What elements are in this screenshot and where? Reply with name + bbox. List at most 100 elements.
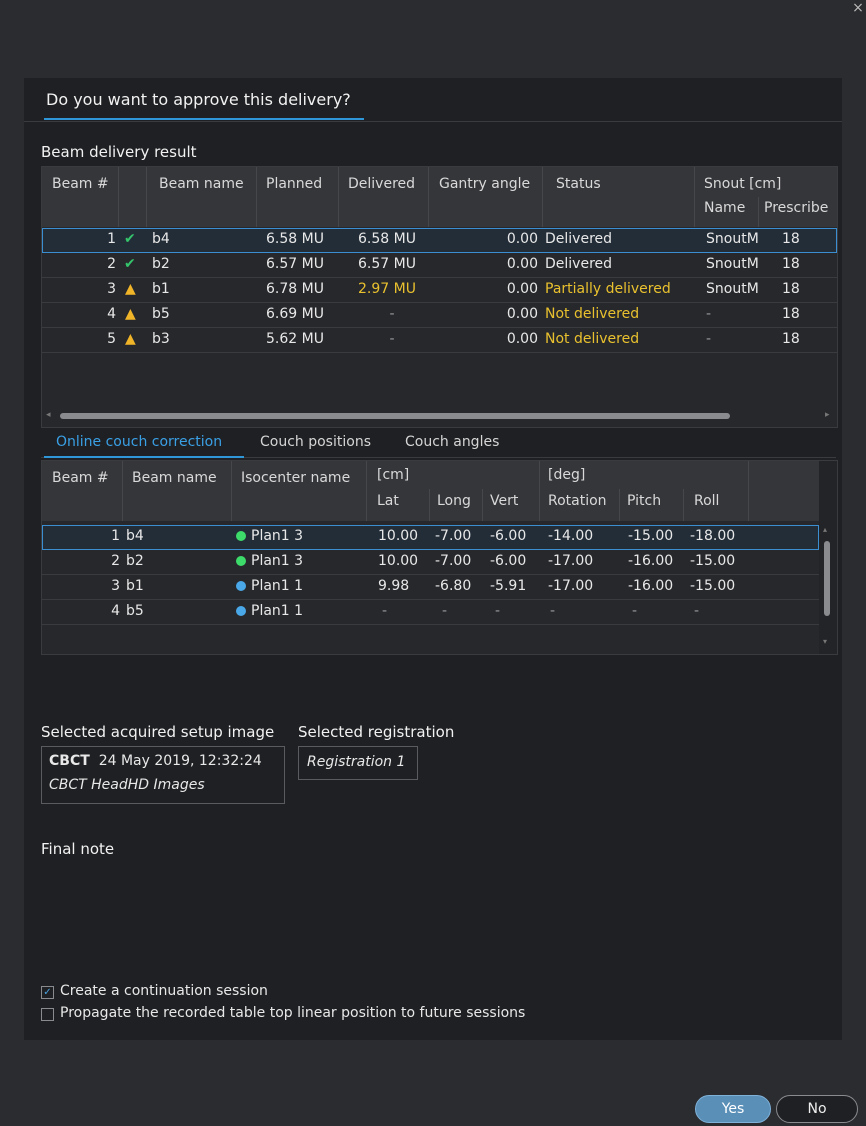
gantry-angle: 0.00 <box>506 281 538 297</box>
planned-mu: 6.58 MU <box>266 231 324 247</box>
beam-delivery-table: Beam # Beam name Planned Delivered Gantr… <box>41 166 838 428</box>
roll-value: -15.00 <box>690 578 736 594</box>
table-row[interactable]: 1 ✔ b4 6.58 MU 6.58 MU 0.00 Delivered Sn… <box>42 228 837 253</box>
check-icon: ✔ <box>124 256 136 272</box>
no-button[interactable]: No <box>776 1095 858 1123</box>
snout-name: - <box>706 306 712 322</box>
snout-name: SnoutM <box>706 281 759 297</box>
table-row[interactable]: 1 b4 Plan1 3 10.00 -7.00 -6.00 -14.00 -1… <box>42 525 819 550</box>
rotation-value: - <box>550 603 556 619</box>
beam-result-title: Beam delivery result <box>41 143 197 161</box>
vert-value: -5.91 <box>490 578 527 594</box>
col-gantry-angle[interactable]: Gantry angle <box>439 176 530 192</box>
isocenter-dot-icon <box>236 581 246 591</box>
gantry-angle: 0.00 <box>506 231 538 247</box>
col-snout[interactable]: Snout [cm] <box>704 176 781 192</box>
beam-name: b5 <box>152 306 170 322</box>
yes-button[interactable]: Yes <box>695 1095 771 1123</box>
snout-prescribed: 18 <box>782 306 800 322</box>
table-row[interactable]: 4 ▲ b5 6.69 MU - 0.00 Not delivered - 18 <box>42 303 837 328</box>
col-group-cm: [cm] <box>377 467 410 483</box>
col-snout-name[interactable]: Name <box>704 200 745 216</box>
tab-online-couch-correction[interactable]: Online couch correction <box>56 434 222 450</box>
col-vert[interactable]: Vert <box>490 493 518 509</box>
setup-image-card[interactable]: CBCT 24 May 2019, 12:32:24 CBCT HeadHD I… <box>41 746 285 804</box>
snout-prescribed: 18 <box>782 281 800 297</box>
scroll-up-icon[interactable]: ▴ <box>823 525 827 534</box>
propagate-label[interactable]: Propagate the recorded table top linear … <box>60 1005 525 1021</box>
col-roll[interactable]: Roll <box>694 493 719 509</box>
tab-couch-positions[interactable]: Couch positions <box>260 434 371 450</box>
table-row[interactable]: 2 ✔ b2 6.57 MU 6.57 MU 0.00 Delivered Sn… <box>42 253 837 278</box>
check-icon: ✔ <box>124 231 136 247</box>
image-modality: CBCT <box>49 753 90 769</box>
roll-value: -18.00 <box>690 528 736 544</box>
col-beam-number[interactable]: Beam # <box>52 176 109 192</box>
beam-table-header: Beam # Beam name Planned Delivered Gantr… <box>42 167 837 227</box>
vertical-scrollbar[interactable]: ▴ ▾ <box>819 461 837 654</box>
rotation-value: -14.00 <box>548 528 594 544</box>
col-beam-name[interactable]: Beam name <box>132 470 217 486</box>
snout-name: SnoutM <box>706 231 759 247</box>
col-pitch[interactable]: Pitch <box>627 493 661 509</box>
planned-mu: 5.62 MU <box>266 331 324 347</box>
col-beam-name[interactable]: Beam name <box>159 176 244 192</box>
col-lat[interactable]: Lat <box>377 493 399 509</box>
planned-mu: 6.78 MU <box>266 281 324 297</box>
close-icon[interactable]: × <box>850 0 866 16</box>
dialog-question: Do you want to approve this delivery? <box>46 90 351 109</box>
table-row[interactable]: 4 b5 Plan1 1 - - - - - - <box>42 600 819 625</box>
table-row-partial <box>42 625 819 654</box>
propagate-checkbox[interactable] <box>41 1008 54 1021</box>
table-row[interactable]: 5 ▲ b3 5.62 MU - 0.00 Not delivered - 18 <box>42 328 837 353</box>
beam-name: b2 <box>126 553 144 569</box>
beam-number: 4 <box>111 603 120 619</box>
pitch-value: - <box>632 603 638 619</box>
rotation-value: -17.00 <box>548 578 594 594</box>
col-status[interactable]: Status <box>556 176 601 192</box>
table-row[interactable]: 3 b1 Plan1 1 9.98 -6.80 -5.91 -17.00 -16… <box>42 575 819 600</box>
col-long[interactable]: Long <box>437 493 471 509</box>
isocenter-name: Plan1 1 <box>251 578 304 594</box>
table-row[interactable]: 3 ▲ b1 6.78 MU 2.97 MU 0.00 Partially de… <box>42 278 837 303</box>
rotation-value: -17.00 <box>548 553 594 569</box>
isocenter-dot-icon <box>236 531 246 541</box>
setup-image-summary: CBCT 24 May 2019, 12:32:24 <box>49 753 262 769</box>
scroll-right-icon[interactable]: ▸ <box>825 410 830 420</box>
beam-number: 1 <box>107 231 116 247</box>
setup-image-title: Selected acquired setup image <box>41 723 275 741</box>
beam-name: b4 <box>152 231 170 247</box>
beam-name: b5 <box>126 603 144 619</box>
snout-name: - <box>706 331 712 347</box>
delivered-mu: 6.57 MU <box>358 256 416 272</box>
continuation-checkbox[interactable]: ✓ <box>41 986 54 999</box>
vert-value: -6.00 <box>490 553 527 569</box>
gantry-angle: 0.00 <box>506 306 538 322</box>
tab-couch-angles[interactable]: Couch angles <box>405 434 499 450</box>
registration-card[interactable]: Registration 1 <box>298 746 418 780</box>
scroll-left-icon[interactable]: ◂ <box>46 410 51 420</box>
lat-value: 10.00 <box>378 553 419 569</box>
beam-name: b2 <box>152 256 170 272</box>
col-rotation[interactable]: Rotation <box>548 493 607 509</box>
warning-icon: ▲ <box>125 331 136 347</box>
scrollbar-thumb[interactable] <box>824 541 830 616</box>
table-row[interactable]: 2 b2 Plan1 3 10.00 -7.00 -6.00 -17.00 -1… <box>42 550 819 575</box>
image-name: CBCT HeadHD Images <box>49 777 205 793</box>
status-text: Not delivered <box>545 331 640 347</box>
col-snout-prescribed[interactable]: Prescribe <box>764 200 828 216</box>
long-value: -7.00 <box>435 528 472 544</box>
col-isocenter-name[interactable]: Isocenter name <box>241 470 350 486</box>
delivered-mu: - <box>389 306 395 322</box>
warning-icon: ▲ <box>125 306 136 322</box>
col-beam-number[interactable]: Beam # <box>52 470 109 486</box>
title-divider <box>24 121 842 122</box>
col-planned[interactable]: Planned <box>266 176 322 192</box>
col-delivered[interactable]: Delivered <box>348 176 415 192</box>
scroll-down-icon[interactable]: ▾ <box>823 637 827 646</box>
scrollbar-thumb[interactable] <box>60 413 730 419</box>
vert-value: -6.00 <box>490 528 527 544</box>
snout-prescribed: 18 <box>782 256 800 272</box>
horizontal-scrollbar[interactable]: ◂ ▸ <box>42 409 837 425</box>
continuation-label[interactable]: Create a continuation session <box>60 983 268 999</box>
